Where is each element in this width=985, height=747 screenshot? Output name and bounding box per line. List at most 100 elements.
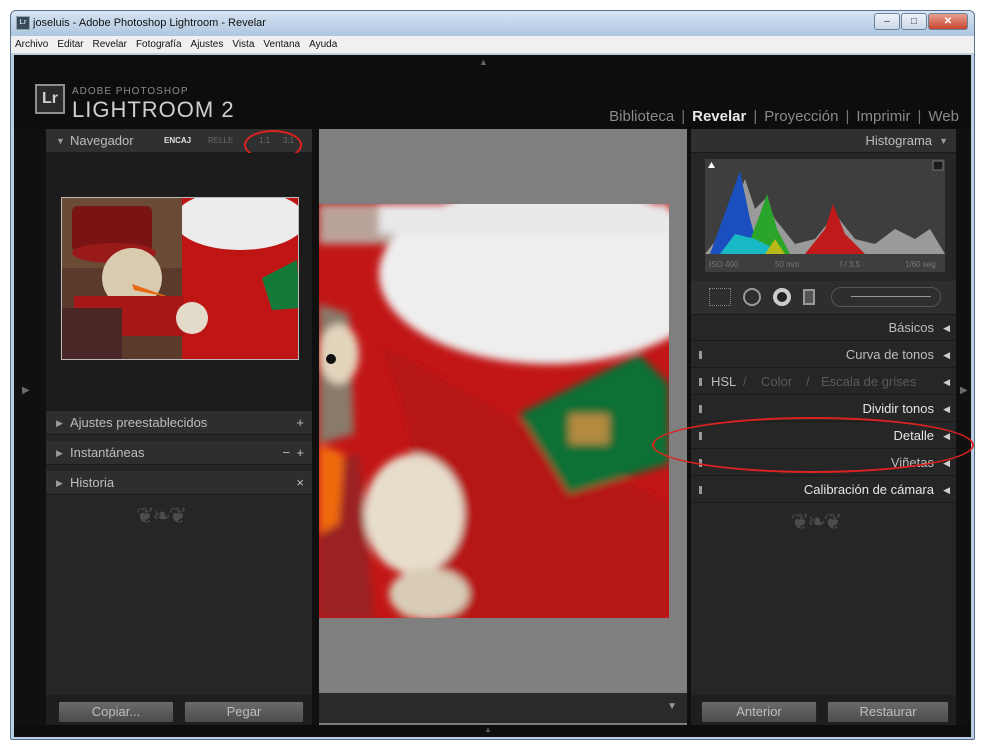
section-calibration[interactable]: Calibración de cámara ◀ [691, 477, 956, 503]
module-picker: Biblioteca | Revelar | Proyección | Imprimi… [609, 108, 959, 125]
lightroom-workspace: ▲ Lr ADOBE PHOTOSHOP LIGHTROOM 2 Bibliot… [14, 55, 974, 737]
menu-ventana[interactable]: Ventana [263, 36, 300, 53]
graduated-filter-icon[interactable] [803, 289, 815, 305]
panel-end-ornament-icon: ❦❧❦ [791, 509, 842, 534]
adjustment-brush-icon[interactable] [831, 287, 941, 307]
slash-separator: / [806, 374, 810, 389]
remove-snapshot-button[interactable]: − [282, 441, 290, 465]
zoom-fit[interactable]: ENCAJ [164, 129, 191, 153]
menu-ajustes[interactable]: Ajustes [191, 36, 224, 53]
menu-bar: Archivo Editar Revelar Fotografía Ajuste… [11, 36, 974, 54]
section-hsl-label[interactable]: HSL [711, 369, 736, 395]
histogram-iso: ISO 400 [709, 260, 739, 269]
red-eye-icon[interactable] [773, 288, 791, 306]
left-panel-toggle-icon[interactable]: ▶ [22, 385, 30, 396]
menu-ayuda[interactable]: Ayuda [309, 36, 337, 53]
add-preset-button[interactable]: + [296, 411, 304, 435]
module-biblioteca[interactable]: Biblioteca [609, 108, 674, 125]
image-canvas[interactable] [319, 129, 687, 729]
zoom-fill[interactable]: RELLE [208, 129, 233, 153]
filmstrip-toggle-bar: ▲ [14, 725, 971, 737]
section-calibration-label: Calibración de cámara [803, 482, 934, 497]
window-controls: – □ ✕ [874, 13, 968, 30]
section-tone-curve[interactable]: Curva de tonos ◀ [691, 342, 956, 368]
section-tone-curve-label: Curva de tonos [845, 347, 934, 362]
menu-revelar[interactable]: Revelar [92, 36, 126, 53]
histogram-title: Histograma [865, 133, 932, 148]
expand-triangle-icon: ▶ [56, 478, 63, 488]
histogram-header[interactable]: Histograma ▼ [691, 129, 956, 153]
previous-button[interactable]: Anterior [701, 701, 817, 723]
brand-line2: LIGHTROOM 2 [72, 97, 235, 122]
section-hsl[interactable]: HSL / Color / Escala de grises ◀ [691, 369, 956, 395]
toolbar-menu-icon[interactable]: ▼ [667, 701, 677, 712]
panel-end-ornament-icon: ❦❧❦ [136, 503, 187, 528]
identity-plate: ▲ Lr ADOBE PHOTOSHOP LIGHTROOM 2 Bibliot… [14, 55, 971, 129]
snapshots-header[interactable]: ▶ Instantáneas − + [46, 441, 312, 465]
menu-archivo[interactable]: Archivo [15, 36, 48, 53]
section-basic[interactable]: Básicos ◀ [691, 315, 956, 341]
module-revelar[interactable]: Revelar [692, 108, 746, 125]
brand-line1: ADOBE PHOTOSHOP [72, 86, 189, 97]
snapshots-title: Instantáneas [70, 445, 145, 460]
panel-switch-icon[interactable] [699, 378, 702, 386]
toolbar: ▼ [319, 693, 687, 723]
main-photo [319, 204, 669, 618]
section-basic-label: Básicos [888, 320, 934, 335]
navigator-preview-area [46, 153, 312, 411]
lr-logo: Lr [35, 84, 65, 114]
minimize-button[interactable]: – [874, 13, 900, 30]
histogram[interactable]: ISO 400 50 mm f / 3,5 1/60 seg [705, 159, 945, 272]
presets-header[interactable]: ▶ Ajustes preestablecidos + [46, 411, 312, 435]
maximize-button[interactable]: □ [901, 13, 927, 30]
reset-button[interactable]: Restaurar [827, 701, 949, 723]
panel-switch-icon[interactable] [699, 486, 702, 494]
histogram-focal: 50 mm [775, 260, 800, 269]
histogram-shutter: 1/60 seg [905, 260, 936, 269]
top-panel-toggle-icon[interactable]: ▲ [479, 57, 488, 67]
panel-switch-icon[interactable] [699, 351, 702, 359]
expand-triangle-icon: ▶ [56, 448, 63, 458]
spot-removal-icon[interactable] [743, 288, 761, 306]
menu-editar[interactable]: Editar [57, 36, 83, 53]
paste-button[interactable]: Pegar [184, 701, 304, 723]
menu-vista[interactable]: Vista [232, 36, 254, 53]
slash-separator: / [743, 374, 747, 389]
title-bar: Lr joseluis - Adobe Photoshop Lightroom … [11, 11, 974, 36]
module-proyeccion[interactable]: Proyección [764, 108, 838, 125]
section-grayscale-label[interactable]: Escala de grises [821, 369, 916, 395]
filmstrip-toggle-icon[interactable]: ▲ [484, 725, 492, 734]
histogram-aperture: f / 3,5 [840, 260, 861, 269]
expand-arrow-icon: ◀ [943, 485, 950, 495]
collapse-triangle-icon: ▼ [56, 136, 65, 146]
collapse-triangle-icon: ▼ [939, 136, 948, 146]
menu-fotografia[interactable]: Fotografía [136, 36, 182, 53]
history-title: Historia [70, 475, 115, 490]
presets-title: Ajustes preestablecidos [70, 415, 208, 430]
navigator-thumbnail[interactable] [61, 197, 299, 360]
history-header[interactable]: ▶ Historia × [46, 471, 312, 495]
app-window: Lr joseluis - Adobe Photoshop Lightroom … [10, 10, 975, 740]
window-title: joseluis - Adobe Photoshop Lightroom - R… [33, 17, 266, 29]
left-panel: ▼ Navegador ENCAJ RELLE 1:1 3:1 ▶ Ajuste… [46, 129, 312, 729]
tool-strip [691, 281, 956, 315]
module-web[interactable]: Web [928, 108, 959, 125]
expand-arrow-icon: ◀ [943, 404, 950, 414]
crop-tool-icon[interactable] [709, 288, 731, 306]
close-button[interactable]: ✕ [928, 13, 968, 30]
brush-line [851, 296, 931, 297]
highlight-circle [652, 417, 974, 473]
navigator-title: Navegador [70, 133, 134, 148]
expand-arrow-icon: ◀ [943, 377, 950, 387]
clear-history-button[interactable]: × [296, 471, 304, 495]
module-imprimir[interactable]: Imprimir [856, 108, 910, 125]
expand-triangle-icon: ▶ [56, 418, 63, 428]
add-snapshot-button[interactable]: + [296, 441, 304, 465]
lightroom-app-icon: Lr [16, 16, 30, 30]
copy-button[interactable]: Copiar... [58, 701, 174, 723]
section-color-label[interactable]: Color [761, 369, 792, 395]
panel-switch-icon[interactable] [699, 405, 702, 413]
expand-arrow-icon: ◀ [943, 323, 950, 333]
expand-arrow-icon: ◀ [943, 350, 950, 360]
right-panel-toggle-icon[interactable]: ▶ [960, 385, 968, 396]
